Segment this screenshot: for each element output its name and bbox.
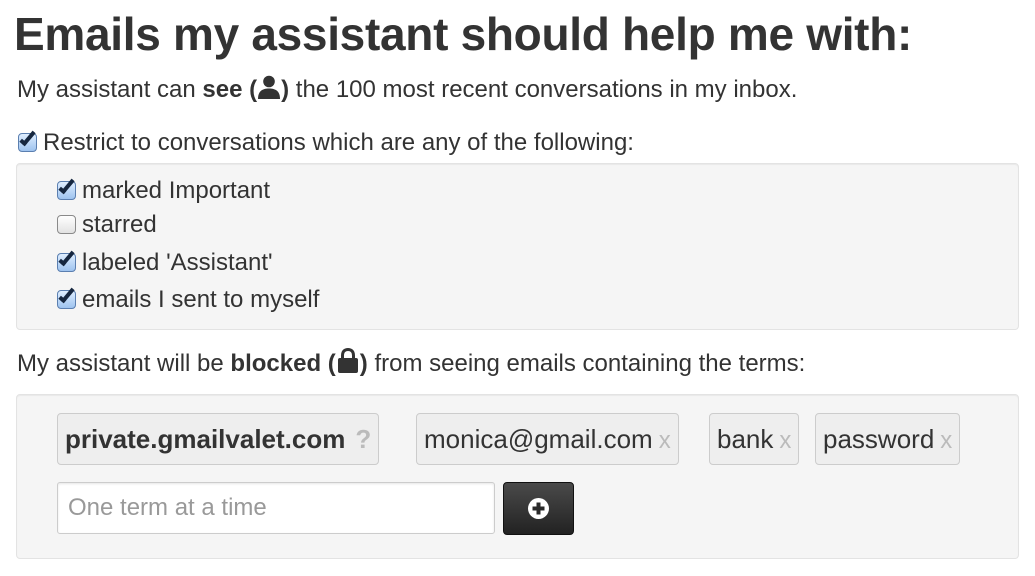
see-prefix: My assistant can <box>17 76 203 103</box>
option-starred[interactable]: starred <box>57 210 157 240</box>
blocked-suffix: from seeing emails containing the terms: <box>367 350 806 377</box>
term-tag-label: monica@gmail.com <box>424 424 653 454</box>
blocked-description: My assistant will be blocked () from see… <box>17 348 805 379</box>
domain-tag-label: private.gmailvalet.com <box>65 424 346 454</box>
term-tag-label: bank <box>717 424 774 454</box>
help-icon[interactable]: ? <box>355 424 371 454</box>
term-tag: monica@gmail.com x <box>416 413 679 465</box>
blocked-close-paren: ) <box>359 350 368 377</box>
option-labeled-assistant[interactable]: labeled 'Assistant' <box>57 248 273 278</box>
restrict-toggle[interactable]: Restrict to conversations which are any … <box>18 128 634 158</box>
restrict-options-panel: marked Important starred labeled 'Assist… <box>16 163 1019 330</box>
option-label: marked Important <box>82 177 271 204</box>
option-label: labeled 'Assistant' <box>82 249 273 276</box>
term-tag: password x <box>815 413 961 465</box>
option-sent-to-myself[interactable]: emails I sent to myself <box>57 285 319 315</box>
blocked-open-paren: ( <box>321 350 336 377</box>
see-suffix: the 100 most recent conversations in my … <box>289 76 798 103</box>
remove-term-icon[interactable]: x <box>659 427 671 454</box>
lock-icon <box>337 348 358 373</box>
term-tag: bank x <box>709 413 800 465</box>
page-title: Emails my assistant should help me with: <box>14 8 913 60</box>
remove-term-icon[interactable]: x <box>940 427 952 454</box>
plus-circle-icon <box>528 498 549 519</box>
see-close-paren: ) <box>281 76 290 103</box>
see-bold: see <box>202 76 243 103</box>
option-label: starred <box>82 211 157 238</box>
domain-tag: private.gmailvalet.com? <box>57 413 380 465</box>
remove-term-icon[interactable]: x <box>779 427 791 454</box>
important-checkbox[interactable] <box>57 181 76 200</box>
blocked-terms-panel: private.gmailvalet.com? monica@gmail.com… <box>16 394 1019 559</box>
restrict-checkbox[interactable] <box>18 133 37 152</box>
term-tag-label: password <box>823 424 935 454</box>
restrict-label: Restrict to conversations which are any … <box>43 129 634 156</box>
blocked-bold: blocked <box>230 350 322 377</box>
option-important[interactable]: marked Important <box>57 176 270 206</box>
sent-to-myself-checkbox[interactable] <box>57 290 76 309</box>
assistant-label-checkbox[interactable] <box>57 253 76 272</box>
add-term-button[interactable] <box>503 482 574 535</box>
starred-checkbox[interactable] <box>57 215 76 234</box>
blocked-prefix: My assistant will be <box>17 350 231 377</box>
see-description: My assistant can see () the 100 most rec… <box>17 74 797 105</box>
person-icon <box>258 75 281 99</box>
option-label: emails I sent to myself <box>82 286 320 313</box>
term-input[interactable] <box>57 482 495 534</box>
see-open-paren: ( <box>242 76 258 103</box>
